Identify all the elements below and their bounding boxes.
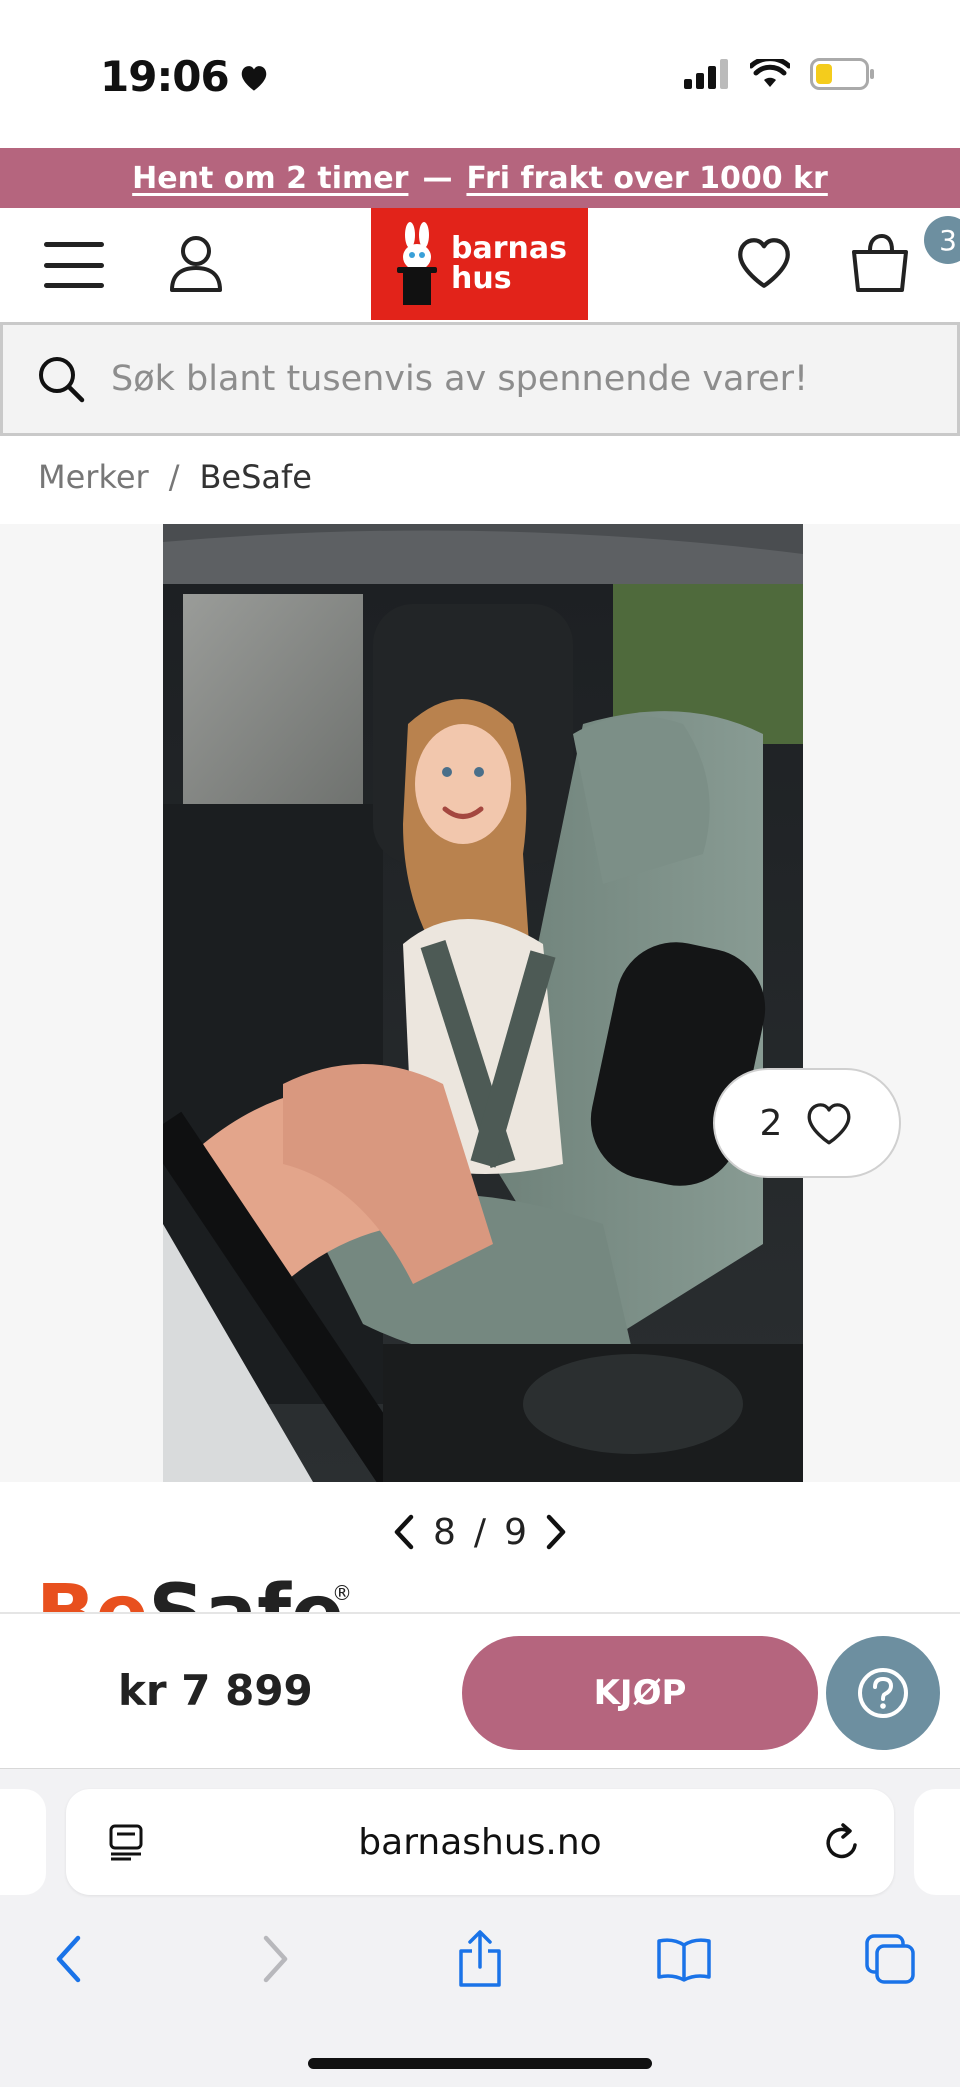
status-icons: [684, 58, 876, 90]
search-icon: [39, 357, 85, 403]
like-count: 2: [759, 1102, 783, 1144]
share-icon: [459, 1930, 501, 1987]
menu-line: [44, 262, 104, 268]
back-arrow-icon: [56, 1935, 81, 1983]
svg-text:BeSafe: BeSafe: [36, 1570, 344, 1612]
previous-tab-peek[interactable]: [0, 1789, 46, 1895]
cart-icon[interactable]: [848, 232, 912, 294]
forward-arrow-icon: [263, 1935, 288, 1983]
pager-separator: /: [473, 1511, 487, 1553]
browser-nav-row: [0, 1919, 960, 1999]
heart-icon: [241, 65, 266, 91]
back-button[interactable]: [28, 1919, 108, 1999]
pager-current: 8: [433, 1511, 456, 1553]
pager-total: 9: [504, 1511, 527, 1553]
help-button[interactable]: [826, 1636, 940, 1750]
wifi-icon: [750, 59, 790, 87]
logo-text: barnas hus: [451, 234, 567, 294]
buy-bar: kr 7 899 KJØP: [0, 1612, 960, 1768]
cellular-signal-icon: [684, 59, 728, 89]
bunny-hat-icon: [397, 222, 437, 305]
address-bar[interactable]: barnashus.no: [66, 1789, 894, 1895]
next-tab-peek[interactable]: [914, 1789, 960, 1895]
image-pager: 8 / 9: [380, 1508, 580, 1556]
site-header: barnas hus: [0, 208, 960, 322]
promo-separator: —: [422, 160, 453, 196]
site-logo[interactable]: barnas hus: [371, 208, 588, 320]
battery-icon: [810, 58, 874, 90]
free-shipping-link[interactable]: Fri frakt over 1000 kr: [466, 161, 827, 196]
chevron-right-icon[interactable]: [545, 1514, 567, 1550]
search-input[interactable]: [111, 359, 931, 399]
car-seat-photo-illustration: [163, 524, 803, 1482]
pickup-link[interactable]: Hent om 2 timer: [132, 161, 408, 196]
chevron-left-icon[interactable]: [393, 1514, 415, 1550]
tabs-button[interactable]: [850, 1919, 930, 1999]
like-button[interactable]: 2: [713, 1068, 901, 1178]
menu-line: [44, 242, 104, 247]
question-icon: [858, 1668, 908, 1718]
buy-button[interactable]: KJØP: [462, 1636, 818, 1750]
heart-outline-icon: [807, 1103, 851, 1145]
brand-logo: BeSafe ®: [36, 1570, 356, 1612]
breadcrumb-separator: /: [168, 458, 180, 496]
page-menu-icon[interactable]: [106, 1823, 146, 1861]
bookmarks-button[interactable]: [644, 1919, 724, 1999]
wishlist-icon[interactable]: [734, 234, 794, 290]
product-photo[interactable]: [163, 524, 803, 1482]
breadcrumb-brands[interactable]: Merker: [38, 458, 149, 496]
menu-button[interactable]: [44, 242, 104, 288]
status-time: 19:06: [100, 52, 271, 101]
status-bar: 19:06: [0, 0, 960, 148]
logo-line-1: barnas: [451, 231, 567, 266]
browser-toolbar: barnashus.no: [0, 1768, 960, 2087]
forward-button[interactable]: [236, 1919, 316, 1999]
clock-text: 19:06: [100, 52, 230, 101]
search-bar: [0, 322, 960, 436]
home-indicator: [308, 2058, 652, 2069]
promo-banner: Hent om 2 timer — Fri frakt over 1000 kr: [0, 148, 960, 208]
tabs-icon: [865, 1934, 915, 1984]
product-gallery: 2: [0, 524, 960, 1482]
breadcrumb-current[interactable]: BeSafe: [199, 458, 312, 496]
reload-icon[interactable]: [822, 1821, 862, 1863]
url-text: barnashus.no: [358, 1821, 602, 1863]
breadcrumb: Merker / BeSafe: [38, 458, 312, 496]
logo-line-2: hus: [451, 261, 512, 296]
svg-text:®: ®: [332, 1581, 352, 1605]
product-price: kr 7 899: [118, 1666, 313, 1715]
book-icon: [657, 1938, 711, 1982]
account-icon[interactable]: [168, 234, 224, 294]
menu-line: [44, 283, 104, 288]
share-button[interactable]: [440, 1919, 520, 1999]
besafe-logo-picture: BeSafe ®: [36, 1570, 352, 1612]
